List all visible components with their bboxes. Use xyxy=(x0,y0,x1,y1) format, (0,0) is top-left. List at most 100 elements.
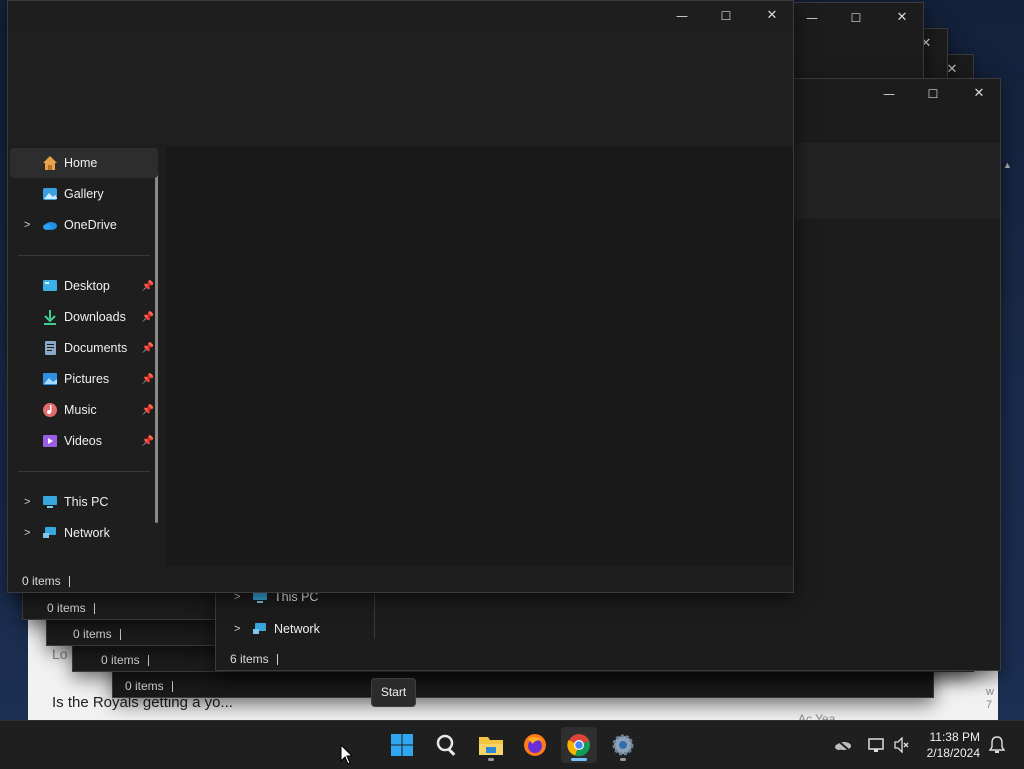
nav-item-label: Gallery xyxy=(64,187,104,201)
minimize-button[interactable]: — xyxy=(671,5,693,27)
status-item-count: 0 items xyxy=(125,679,164,693)
nav-item-pictures[interactable]: Pictures 📌 xyxy=(10,364,158,394)
nav-item-label: Videos xyxy=(64,434,102,448)
volume-tray-button[interactable] xyxy=(888,727,916,763)
pin-icon[interactable]: 📌 xyxy=(142,405,154,416)
nav-item-label: Downloads xyxy=(64,310,126,324)
nav-item-network[interactable]: > Network xyxy=(10,518,158,548)
clock[interactable]: 11:38 PM 2/18/2024 xyxy=(927,729,980,761)
nav-item-downloads[interactable]: Downloads 📌 xyxy=(10,302,158,332)
running-indicator xyxy=(620,758,626,761)
nav-item-label: This PC xyxy=(64,495,109,509)
nav-item-videos[interactable]: Videos 📌 xyxy=(10,426,158,456)
videos-icon xyxy=(43,435,57,447)
pin-icon[interactable]: 📌 xyxy=(142,436,154,447)
active-indicator xyxy=(571,758,587,761)
nav-item-label: Network xyxy=(64,526,110,540)
content-pane[interactable] xyxy=(166,147,793,566)
title-bar[interactable]: — ☐ ✕ xyxy=(8,1,793,31)
maximize-button[interactable]: ☐ xyxy=(845,7,867,29)
documents-icon xyxy=(45,341,56,355)
downloads-icon xyxy=(44,310,56,325)
pin-icon[interactable]: 📌 xyxy=(142,374,154,385)
nav-item-onedrive[interactable]: > OneDrive xyxy=(10,210,158,240)
this-pc-icon xyxy=(43,496,57,508)
maximize-button[interactable]: ☐ xyxy=(922,83,944,105)
chevron-right-icon[interactable]: > xyxy=(24,527,30,539)
gallery-icon xyxy=(43,188,57,200)
toolbar-area xyxy=(793,143,1000,219)
start-tooltip: Start xyxy=(371,678,416,707)
status-item-count: 0 items xyxy=(101,653,140,667)
nav-item-gallery[interactable]: Gallery xyxy=(10,179,158,209)
firefox-icon xyxy=(524,734,546,756)
start-icon xyxy=(391,734,413,756)
nav-item-this-pc[interactable]: > This PC xyxy=(10,487,158,517)
nav-separator xyxy=(18,471,150,472)
clock-time: 11:38 PM xyxy=(929,730,980,744)
nav-item-documents[interactable]: Documents 📌 xyxy=(10,333,158,363)
nav-item-music[interactable]: Music 📌 xyxy=(10,395,158,425)
notifications-button[interactable] xyxy=(984,727,1010,763)
onedrive-tray-button[interactable] xyxy=(828,727,858,763)
status-item-count: 0 items xyxy=(73,627,112,641)
start-button[interactable] xyxy=(384,727,420,763)
mouse-cursor-icon xyxy=(340,744,354,765)
minimize-button[interactable]: — xyxy=(801,7,823,29)
music-icon xyxy=(43,403,57,417)
status-item-count: 6 items xyxy=(230,652,269,666)
page-text-fragment: Lo xyxy=(52,646,68,662)
nav-item-home[interactable]: Home xyxy=(10,148,158,178)
pin-icon[interactable]: 📌 xyxy=(142,312,154,323)
bell-icon xyxy=(989,736,1005,753)
pin-icon[interactable]: 📌 xyxy=(142,281,154,292)
nav-item-desktop[interactable]: Desktop 📌 xyxy=(10,271,158,301)
search-button[interactable] xyxy=(429,727,465,763)
navigation-pane: Home Gallery > OneDrive Desktop 📌 Downlo… xyxy=(10,147,158,549)
network-icon xyxy=(43,527,56,538)
pictures-icon xyxy=(43,373,57,385)
explorer-window-main[interactable]: — ☐ ✕ Home Gallery > OneDrive Desktop 📌 … xyxy=(7,0,794,593)
close-button[interactable]: ✕ xyxy=(968,83,990,105)
minimize-button[interactable]: — xyxy=(878,83,900,105)
taskbar: 11:38 PM 2/18/2024 xyxy=(0,720,1024,769)
nav-item-network[interactable]: > Network xyxy=(220,614,370,644)
settings-icon xyxy=(612,734,634,756)
chevron-right-icon[interactable]: > xyxy=(234,623,240,635)
nav-item-label: Home xyxy=(64,156,98,170)
firefox-button[interactable] xyxy=(517,727,553,763)
desktop-folder-icon xyxy=(43,280,57,291)
volume-muted-icon xyxy=(894,737,909,753)
chrome-button[interactable] xyxy=(561,727,597,763)
status-item-count: 0 items xyxy=(47,601,86,615)
nav-item-label: Network xyxy=(274,622,320,636)
close-button[interactable]: ✕ xyxy=(761,5,783,27)
nav-item-label: Desktop xyxy=(64,279,110,293)
clock-date: 2/18/2024 xyxy=(926,746,980,760)
close-button[interactable]: ✕ xyxy=(891,7,913,29)
nav-item-label: Music xyxy=(64,403,97,417)
network-icon xyxy=(253,623,266,634)
chevron-right-icon[interactable]: > xyxy=(24,219,30,231)
settings-button[interactable] xyxy=(605,727,641,763)
chrome-icon xyxy=(567,734,590,757)
pin-icon[interactable]: 📌 xyxy=(142,343,154,354)
nav-separator xyxy=(18,255,150,256)
onedrive-icon xyxy=(43,222,57,230)
home-icon xyxy=(43,156,57,170)
file-explorer-button[interactable] xyxy=(473,727,509,763)
command-bar-area xyxy=(8,31,793,143)
onedrive-offline-icon xyxy=(835,738,851,752)
status-item-count: 0 items xyxy=(22,574,61,588)
scroll-up-arrow-icon[interactable]: ▲ xyxy=(1003,160,1012,170)
nav-item-label: Pictures xyxy=(64,372,110,386)
page-edge-chars: w 7 xyxy=(986,686,994,711)
network-status-icon xyxy=(868,738,884,752)
network-tray-button[interactable] xyxy=(862,727,890,763)
search-icon xyxy=(436,734,456,756)
chevron-right-icon[interactable]: > xyxy=(24,496,30,508)
running-indicator xyxy=(488,758,494,761)
maximize-button[interactable]: ☐ xyxy=(715,5,737,27)
nav-item-label: Documents xyxy=(64,341,128,355)
file-explorer-icon xyxy=(479,737,503,755)
